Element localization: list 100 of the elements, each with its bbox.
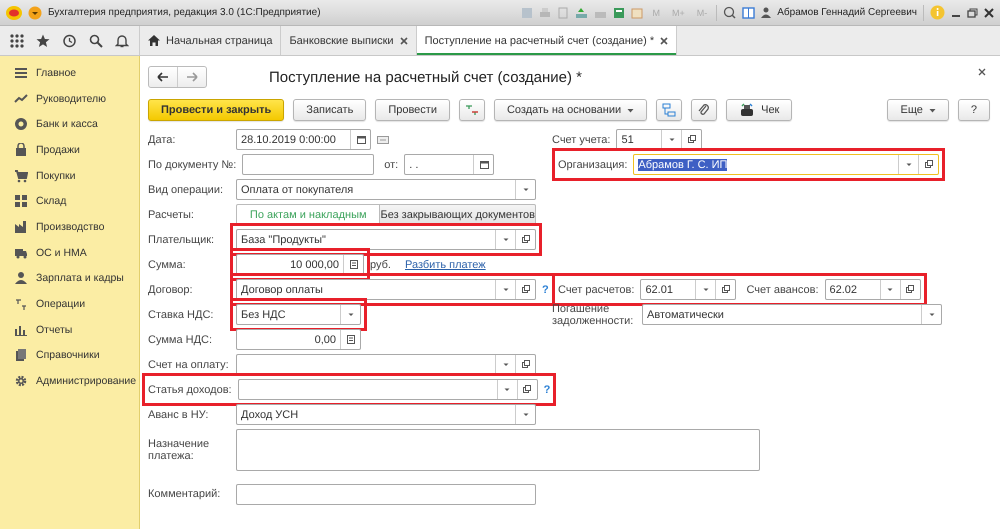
open-icon[interactable] (905, 284, 916, 295)
select-field[interactable]: Без НДС (236, 304, 361, 325)
debit-credit-icon (14, 297, 28, 312)
sidebar-item[interactable]: Склад (0, 188, 139, 214)
calendar-icon[interactable] (356, 134, 366, 145)
factory-icon (14, 220, 28, 234)
field-label: Ставка НДС: (148, 308, 214, 320)
field-label: Счет расчетов: (558, 284, 634, 296)
sidebar-item[interactable]: Операции (0, 291, 139, 317)
attach-button[interactable] (691, 99, 718, 121)
postings-button[interactable] (458, 99, 485, 121)
menu-icon (14, 66, 28, 80)
field-label: По документу №: (148, 158, 236, 170)
post-and-close-button[interactable]: Провести и закрыть (148, 99, 284, 121)
select-field[interactable]: Договор оплаты (236, 279, 536, 300)
sidebar-label: Отчеты (36, 324, 72, 336)
calculator-icon[interactable] (346, 334, 356, 345)
sidebar-label: Администрирование (36, 375, 136, 388)
field-label: Вид операции: (148, 184, 224, 196)
select-field[interactable]: Оплата от покупателя (236, 179, 536, 200)
field-label: Сумма НДС: (148, 334, 214, 346)
tab-label: Начальная страница (166, 34, 272, 46)
text-field[interactable] (242, 154, 374, 175)
receipt-button[interactable]: Чек (726, 99, 792, 121)
restore-icon[interactable] (967, 8, 978, 18)
open-icon[interactable] (522, 384, 532, 395)
coin-icon (14, 117, 28, 132)
open-icon[interactable] (520, 284, 530, 295)
tab[interactable]: Поступление на расчетный счет (создание) * (416, 26, 678, 55)
sidebar-item[interactable]: Зарплата и кадры (0, 266, 139, 292)
sidebar-label: Операции (36, 298, 86, 310)
panels-icon[interactable] (742, 6, 756, 18)
open-icon[interactable] (686, 134, 697, 145)
open-icon[interactable] (520, 359, 530, 370)
sidebar-item[interactable]: Справочники (0, 342, 139, 368)
create-based-on-button[interactable]: Создать на основании (494, 99, 648, 121)
close-icon[interactable] (984, 8, 994, 18)
close-icon[interactable] (660, 36, 668, 44)
sidebar-item[interactable]: Главное (0, 60, 139, 86)
user-icon (761, 7, 772, 18)
open-icon[interactable] (924, 159, 934, 170)
select-field[interactable]: Автоматически (642, 304, 942, 325)
user-name[interactable]: Абрамов Геннадий Сергеевич (777, 7, 917, 18)
open-icon[interactable] (520, 234, 530, 245)
toggle-option[interactable]: Без закрывающих документов (380, 204, 536, 225)
tab-label: Поступление на расчетный счет (создание) * (424, 34, 654, 46)
amount-field[interactable]: 10 000,00 (236, 254, 364, 275)
select-field[interactable]: Доход УСН (236, 404, 536, 425)
calculator-icon[interactable] (348, 259, 358, 270)
select-field[interactable]: База "Продукты" (236, 229, 536, 250)
sidebar-item[interactable]: Производство (0, 214, 139, 240)
help-link[interactable]: ? (542, 284, 549, 296)
sidebar-item[interactable]: Администрирование (0, 368, 139, 394)
sidebar-item[interactable]: Продажи (0, 137, 139, 163)
sidebar-label: Продажи (36, 144, 80, 156)
bell-icon[interactable] (114, 34, 129, 48)
date-field[interactable]: . . (404, 154, 494, 175)
sidebar-item[interactable]: ОС и НМА (0, 240, 139, 266)
help-link[interactable]: ? (544, 384, 550, 396)
sidebar-item[interactable]: Покупки (0, 162, 139, 188)
sidebar-item[interactable]: Руководителю (0, 86, 139, 112)
select-field[interactable]: 62.02 (824, 279, 921, 300)
command-button[interactable]: Записать (293, 99, 366, 121)
field-label: Комментарий: (148, 488, 222, 500)
sidebar-item[interactable]: Отчеты (0, 316, 139, 343)
tab[interactable]: Начальная страница (140, 26, 282, 55)
dropdown-menu-icon[interactable] (28, 6, 42, 20)
field-label: Счет учета: (552, 134, 610, 146)
date-field[interactable]: 28.10.2019 0:00:00 (236, 129, 371, 150)
select-field[interactable]: Абрамов Г. С. ИП (633, 154, 940, 175)
text-field[interactable] (236, 484, 536, 504)
close-icon[interactable] (978, 68, 986, 76)
calculator-icon[interactable] (613, 6, 626, 18)
select-field[interactable]: 51 (616, 129, 702, 150)
note-icon[interactable] (377, 134, 389, 144)
split-payment-link[interactable]: Разбить платеж (404, 258, 486, 270)
sidebar-item[interactable]: Банк и касса (0, 111, 139, 138)
field-label: Плательщик: (148, 234, 216, 246)
history-icon[interactable] (62, 34, 76, 48)
hierarchy-icon (661, 103, 678, 117)
structure-button[interactable] (656, 99, 682, 121)
search-icon[interactable] (88, 34, 103, 48)
sidebar-label: Зарплата и кадры (36, 272, 124, 284)
star-icon[interactable] (36, 34, 50, 48)
sidebar-label: Производство (36, 220, 104, 233)
select-field[interactable] (236, 354, 536, 375)
warehouse-icon (14, 194, 28, 208)
apps-grid-icon[interactable] (10, 34, 24, 48)
window-title: Бухгалтерия предприятия, редакция 3.0 (1С:Предприятие) (48, 7, 322, 18)
amount-field[interactable]: 0,00 (236, 329, 361, 350)
select-field[interactable] (238, 379, 538, 400)
select-field[interactable]: 62.01 (640, 279, 736, 300)
help-button[interactable]: ? (958, 99, 990, 121)
command-button[interactable]: Провести (375, 99, 450, 121)
zoom-icon[interactable] (723, 6, 736, 19)
calendar-icon[interactable] (478, 159, 489, 170)
open-icon[interactable] (720, 284, 731, 295)
close-icon[interactable] (400, 36, 408, 44)
tab-label: Банковские выписки (289, 34, 394, 46)
more-button[interactable]: Еще (887, 99, 949, 121)
